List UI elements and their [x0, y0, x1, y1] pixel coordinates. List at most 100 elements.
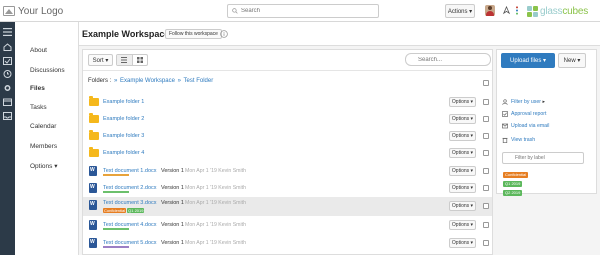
- list-item[interactable]: Example folder 2 Options ▾: [83, 111, 492, 128]
- item-name[interactable]: Example folder 3: [103, 133, 144, 139]
- row-checkbox[interactable]: [483, 240, 489, 246]
- row-checkbox[interactable]: [483, 203, 489, 209]
- nav-item-about[interactable]: About: [30, 47, 47, 54]
- item-name[interactable]: Example folder 4: [103, 150, 144, 156]
- breadcrumb-separator: »: [177, 78, 181, 84]
- avatar[interactable]: [485, 5, 495, 16]
- options-button[interactable]: Options ▾: [449, 220, 476, 230]
- word-doc-icon: [89, 166, 97, 176]
- list-item[interactable]: Text document 3.docx Version 1 Mon Apr 1…: [83, 197, 492, 216]
- label-bar: [103, 228, 129, 230]
- nav-item-tasks[interactable]: Tasks: [30, 104, 47, 111]
- follow-workspace-button[interactable]: Follow this workspace: [165, 29, 222, 39]
- filter-by-user-link[interactable]: Filter by user ▸: [511, 99, 545, 105]
- global-search-input[interactable]: [241, 8, 361, 14]
- folder-icon: [89, 96, 99, 106]
- menu-icon[interactable]: [3, 28, 12, 36]
- options-button[interactable]: Options ▾: [449, 131, 476, 141]
- label-q1-2019[interactable]: Q1 2019: [503, 181, 523, 187]
- options-button[interactable]: Options ▾: [449, 97, 476, 107]
- logo[interactable]: Your Logo: [3, 4, 63, 18]
- tag-confidential[interactable]: Confidential: [103, 208, 127, 213]
- label-confidential[interactable]: Confidential: [503, 172, 529, 178]
- list-item[interactable]: Example folder 3 Options ▾: [83, 128, 492, 145]
- breadcrumb-prefix: Folders :: [88, 78, 112, 84]
- filter-by-label[interactable]: [502, 152, 584, 164]
- options-button[interactable]: Options ▾: [449, 183, 476, 193]
- nav-item-discussions[interactable]: Discussions: [30, 67, 65, 74]
- new-button[interactable]: New ▾: [558, 53, 586, 68]
- trash-icon: [502, 137, 508, 143]
- upload-via-email-link[interactable]: Upload via email: [511, 123, 549, 129]
- row-checkbox[interactable]: [483, 150, 489, 156]
- item-version: Version 1: [161, 222, 184, 228]
- clock-icon[interactable]: [3, 70, 12, 78]
- sort-button[interactable]: Sort ▾: [88, 54, 113, 66]
- inbox-icon[interactable]: [3, 112, 12, 120]
- list-item[interactable]: Text document 4.docx Version 1 Mon Apr 1…: [83, 217, 492, 234]
- options-button[interactable]: Options ▾: [449, 148, 476, 158]
- item-meta: Mon Apr 1 '19 Kevin Smith: [185, 185, 246, 191]
- list-item[interactable]: Text document 5.docx Version 1 Mon Apr 1…: [83, 235, 492, 252]
- item-meta: Mon Apr 1 '19 Kevin Smith: [185, 200, 246, 206]
- list-item[interactable]: Text document 2.docx Version 1 Mon Apr 1…: [83, 180, 492, 197]
- upload-files-button[interactable]: Upload files ▾: [501, 53, 555, 68]
- list-view-button[interactable]: [117, 55, 133, 65]
- nav-item-files[interactable]: Files: [30, 85, 45, 92]
- item-version: Version 1: [161, 240, 184, 246]
- label-bar: [103, 191, 129, 193]
- options-button[interactable]: Options ▾: [449, 114, 476, 124]
- rocket-icon[interactable]: [502, 6, 511, 15]
- breadcrumb: Folders : » Example Workspace » Test Fol…: [88, 78, 213, 84]
- file-search[interactable]: [405, 53, 491, 66]
- grid-view-icon: [136, 57, 143, 63]
- item-name[interactable]: Example folder 2: [103, 116, 144, 122]
- word-doc-icon: [89, 200, 97, 210]
- breadcrumb-workspace[interactable]: Example Workspace: [120, 78, 175, 84]
- actions-button[interactable]: Actions ▾: [445, 4, 475, 18]
- breadcrumb-separator: »: [114, 78, 118, 84]
- row-checkbox[interactable]: [483, 99, 489, 105]
- logo-text: Your Logo: [18, 5, 64, 17]
- item-meta: Mon Apr 1 '19 Kevin Smith: [185, 168, 246, 174]
- dots-icon[interactable]: [515, 6, 519, 15]
- nav-item-calendar[interactable]: Calendar: [30, 123, 56, 130]
- list-item[interactable]: Example folder 4 Options ▾: [83, 145, 492, 162]
- label-bar: [103, 246, 129, 248]
- home-icon[interactable]: [3, 43, 12, 51]
- view-trash-link[interactable]: View trash: [511, 137, 535, 143]
- row-checkbox[interactable]: [483, 222, 489, 228]
- brand-logo: glasscubes: [527, 4, 588, 18]
- list-item[interactable]: Text document 1.docx Version 1 Mon Apr 1…: [83, 163, 492, 180]
- filter-by-label-input[interactable]: [515, 155, 577, 161]
- row-checkbox[interactable]: [483, 168, 489, 174]
- row-checkbox[interactable]: [483, 116, 489, 122]
- file-search-input[interactable]: [418, 56, 484, 63]
- item-version: Version 1: [161, 200, 184, 206]
- box-icon[interactable]: [3, 98, 12, 106]
- options-button[interactable]: Options ▾: [449, 166, 476, 176]
- global-search[interactable]: [227, 4, 379, 18]
- folder-icon: [89, 113, 99, 123]
- gear-icon[interactable]: [3, 84, 12, 92]
- item-name[interactable]: Text document 3.docx: [103, 200, 157, 206]
- nav-item-members[interactable]: Members: [30, 143, 57, 150]
- files-panel: Sort ▾ Folders : » Example Workspace » T…: [82, 49, 493, 255]
- nav-item-options[interactable]: Options ▾: [30, 162, 57, 170]
- check-icon[interactable]: [3, 57, 12, 65]
- info-icon[interactable]: [220, 30, 228, 38]
- label-q2-2019[interactable]: Q2 2019: [503, 190, 523, 196]
- select-all-checkbox[interactable]: [483, 80, 489, 86]
- row-checkbox[interactable]: [483, 133, 489, 139]
- options-button[interactable]: Options ▾: [449, 238, 476, 248]
- breadcrumb-folder[interactable]: Test Folder: [184, 78, 214, 84]
- row-checkbox[interactable]: [483, 185, 489, 191]
- item-meta: Mon Apr 1 '19 Kevin Smith: [185, 240, 246, 246]
- approval-report-link[interactable]: Approval report: [511, 111, 546, 117]
- grid-view-button[interactable]: [133, 55, 148, 65]
- tag-q1[interactable]: Q1 2019: [127, 208, 145, 213]
- view-toggle: [116, 54, 148, 66]
- options-button[interactable]: Options ▾: [449, 201, 476, 211]
- item-name[interactable]: Example folder 1: [103, 99, 144, 105]
- list-item[interactable]: Example folder 1 Options ▾: [83, 94, 492, 111]
